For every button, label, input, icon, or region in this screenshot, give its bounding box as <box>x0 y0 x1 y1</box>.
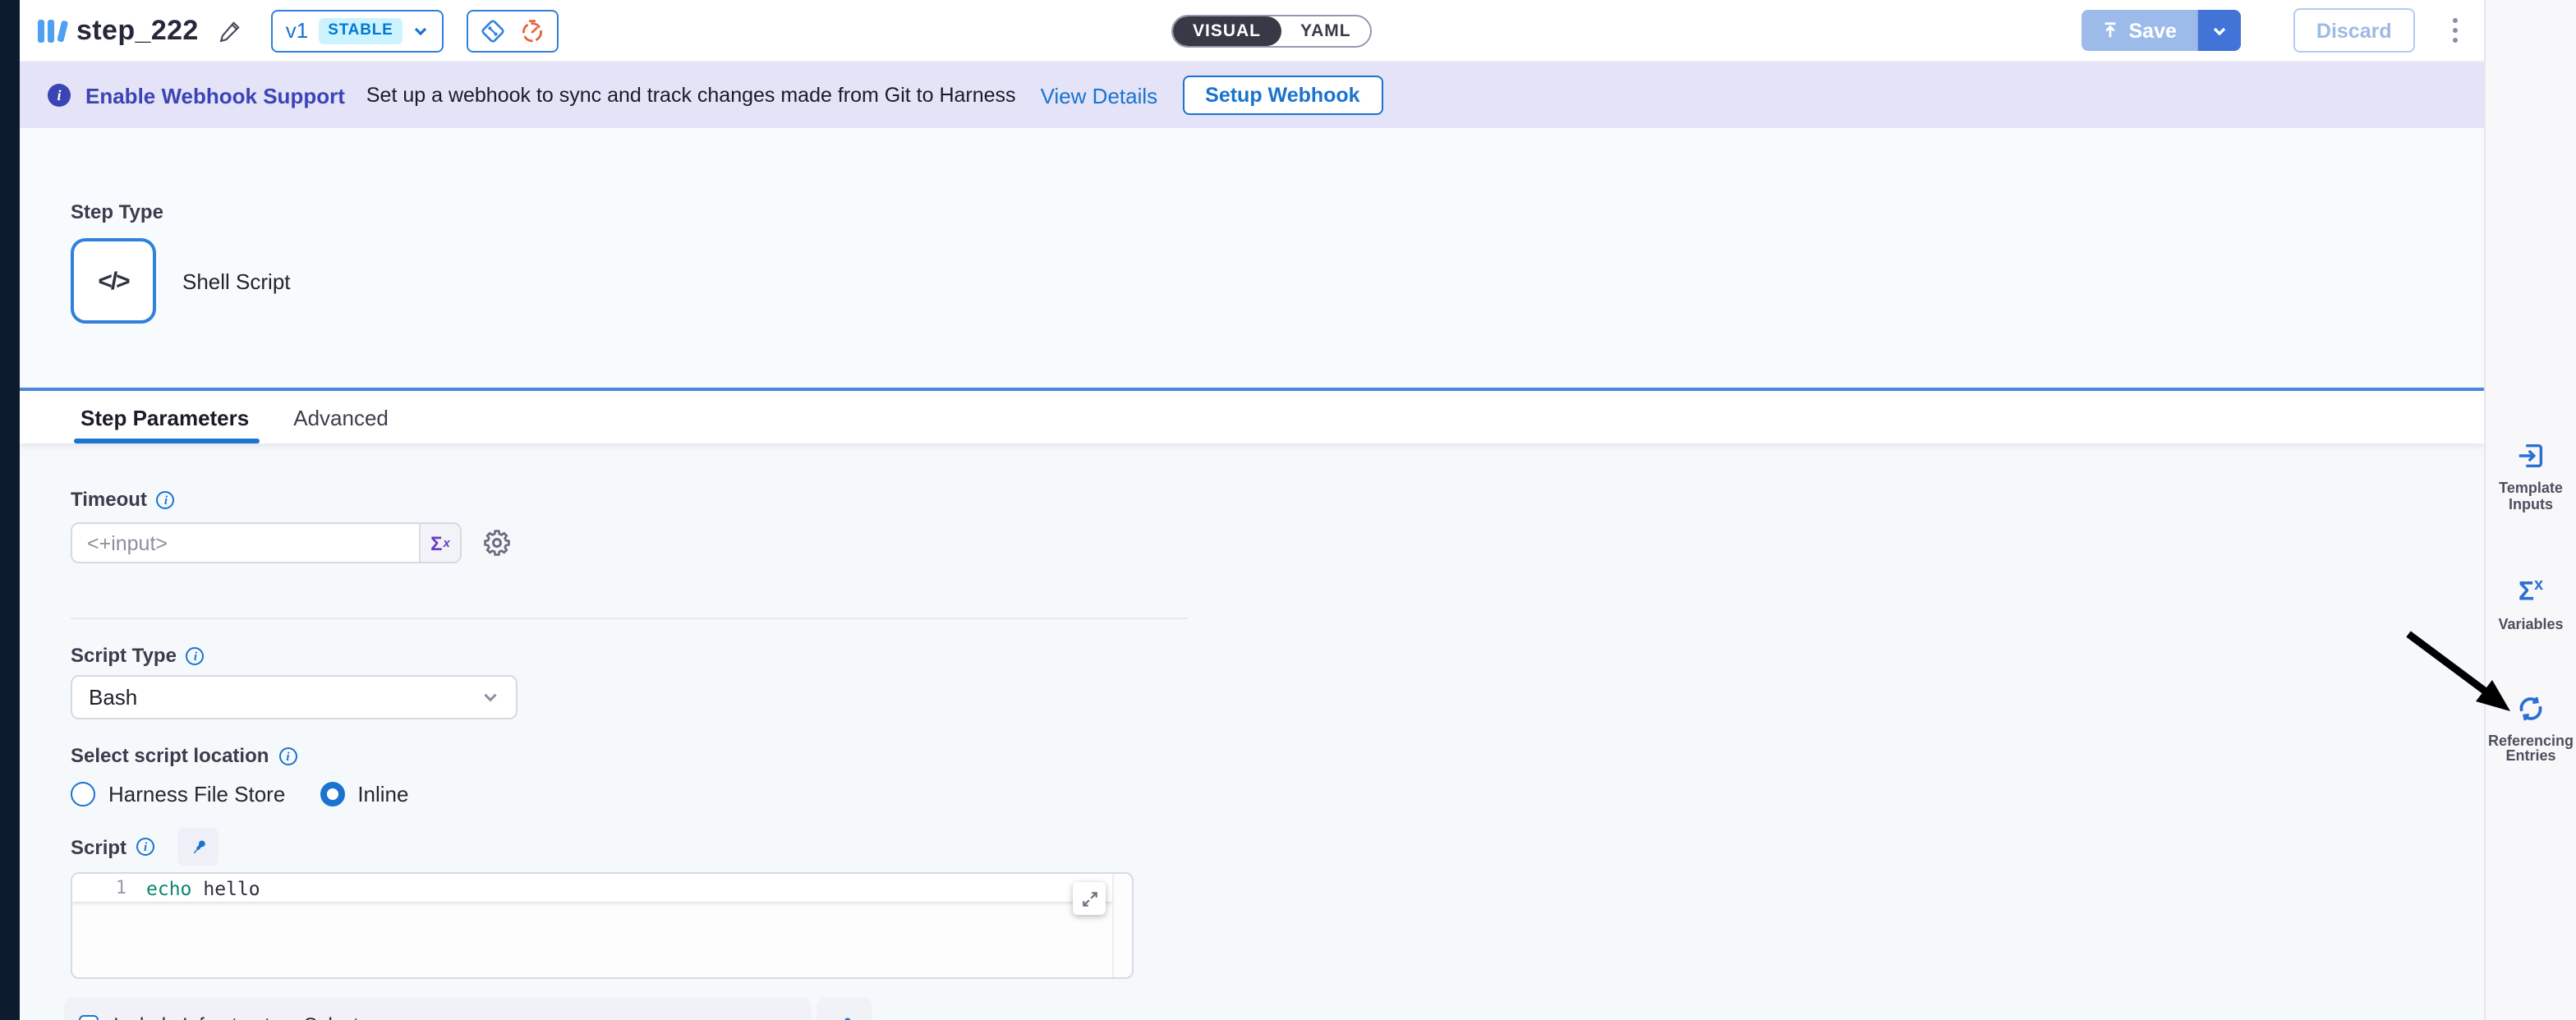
sidebar-item-template-inputs[interactable]: Template Inputs <box>2486 440 2576 512</box>
template-library-icon <box>38 18 65 43</box>
tab-step-parameters[interactable]: Step Parameters <box>77 391 252 443</box>
left-nav-rail <box>0 0 20 1020</box>
tab-bar: Step Parameters Advanced <box>20 391 2484 443</box>
entity-status-icons[interactable] <box>467 9 559 52</box>
setup-webhook-button[interactable]: Setup Webhook <box>1182 76 1382 115</box>
sidebar-item-variables[interactable]: Σx Variables <box>2486 572 2576 634</box>
tab-advanced[interactable]: Advanced <box>290 391 392 443</box>
version-label: v1 <box>286 18 308 43</box>
timeout-info-icon[interactable]: i <box>157 490 175 508</box>
template-studio-page: step_222 v1 STABLE <box>0 0 2576 1020</box>
chevron-down-icon <box>413 22 430 39</box>
visual-yaml-toggle: VISUAL YAML <box>1171 15 1373 48</box>
toggle-yaml[interactable]: YAML <box>1281 16 1371 46</box>
sync-icon <box>2515 693 2546 724</box>
page-title: step_222 <box>76 14 199 47</box>
pin-icon <box>835 1015 854 1020</box>
script-type-value: Bash <box>89 685 137 710</box>
script-code-editor[interactable]: 1 echo hello <box>71 872 1134 979</box>
main-column: step_222 v1 STABLE <box>20 0 2484 1020</box>
timer-icon <box>520 17 546 44</box>
runtime-input-settings-icon[interactable] <box>483 529 511 557</box>
script-pin-button[interactable] <box>177 828 218 866</box>
view-details-link[interactable]: View Details <box>1041 83 1158 108</box>
script-location-info-icon[interactable]: i <box>278 747 297 765</box>
script-label: Script <box>71 835 126 858</box>
code-argument: hello <box>203 876 260 899</box>
chevron-down-icon <box>2211 22 2228 39</box>
script-type-label: Script Type <box>71 644 177 667</box>
more-options-icon[interactable] <box>2448 13 2463 47</box>
version-status-badge: STABLE <box>318 17 402 44</box>
code-keyword: echo <box>146 876 191 899</box>
edit-name-icon[interactable] <box>218 19 242 42</box>
webhook-banner: i Enable Webhook Support Set up a webhoo… <box>20 62 2484 128</box>
step-type-label: Step Type <box>71 200 2484 223</box>
info-icon: i <box>48 84 71 107</box>
step-parameters-panel: Timeout i Σx Script Type i <box>20 443 2484 1020</box>
radio-harness-file-store[interactable] <box>71 782 95 806</box>
include-infra-band: Include Infrastructure Selectors <box>64 997 2484 1020</box>
timeout-input[interactable] <box>71 522 462 563</box>
save-split-button: Save <box>2082 10 2241 51</box>
save-button[interactable]: Save <box>2082 10 2196 51</box>
shell-script-icon: </> <box>71 238 156 324</box>
banner-title: Enable Webhook Support <box>85 83 345 108</box>
include-infra-checkbox[interactable] <box>79 1015 99 1020</box>
editor-scrollbar[interactable] <box>1112 874 1114 977</box>
script-info-icon[interactable]: i <box>136 838 154 856</box>
script-type-select[interactable]: Bash <box>71 675 518 719</box>
discard-button[interactable]: Discard <box>2293 8 2415 53</box>
expand-editor-button[interactable] <box>1073 882 1106 915</box>
radio-label-inline: Inline <box>357 782 408 806</box>
toggle-visual[interactable]: VISUAL <box>1173 16 1281 46</box>
save-options-caret[interactable] <box>2196 10 2241 51</box>
sidebar-item-label: Referencing Entries <box>2488 734 2574 765</box>
step-type-name: Shell Script <box>182 269 291 293</box>
right-drawer-rail: Template Inputs Σx Variables Referencing… <box>2484 0 2576 1020</box>
template-inputs-icon <box>2515 440 2546 471</box>
version-selector[interactable]: v1 STABLE <box>271 9 444 52</box>
pin-icon <box>188 837 208 857</box>
include-infra-pin-button[interactable] <box>816 997 872 1020</box>
script-location-label: Select script location <box>71 744 269 767</box>
chevron-down-icon <box>481 688 499 706</box>
header-actions: Save Discard <box>2082 8 2485 53</box>
line-number: 1 <box>72 877 146 898</box>
sidebar-item-label: Template Inputs <box>2488 481 2574 512</box>
script-type-info-icon[interactable]: i <box>186 646 205 664</box>
upload-icon <box>2101 21 2119 39</box>
step-type-section: Step Type </> Shell Script <box>20 128 2484 388</box>
banner-message: Set up a webhook to sync and track chang… <box>366 84 1016 107</box>
code-line-1[interactable]: 1 echo hello <box>72 874 1112 902</box>
expression-input-button[interactable]: Σx <box>419 524 460 562</box>
git-sync-icon <box>481 17 507 44</box>
timeout-label: Timeout <box>71 488 147 511</box>
radio-label-file-store: Harness File Store <box>108 782 285 806</box>
include-infra-row[interactable]: Include Infrastructure Selectors <box>64 997 812 1020</box>
radio-inline[interactable] <box>320 782 344 806</box>
sidebar-item-referencing-entries[interactable]: Referencing Entries <box>2486 693 2576 765</box>
fullscreen-icon <box>1080 889 1098 907</box>
sidebar-item-label: Variables <box>2488 618 2574 634</box>
sigma-x-icon: Σx <box>2518 572 2543 609</box>
header-bar: step_222 v1 STABLE <box>20 0 2484 62</box>
form-divider <box>71 618 1188 619</box>
include-infra-label: Include Infrastructure Selectors <box>113 1013 386 1020</box>
